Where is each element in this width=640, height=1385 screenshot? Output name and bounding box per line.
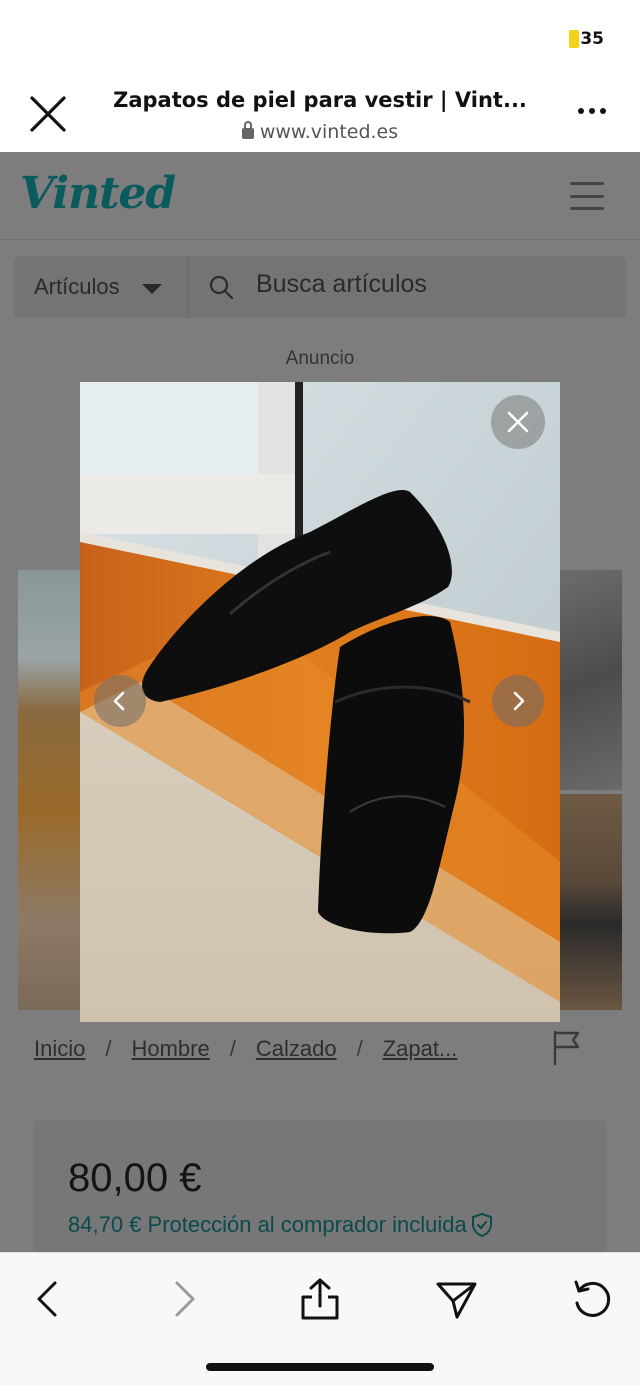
breadcrumb-item[interactable]: Hombre: [131, 1036, 209, 1061]
ad-label: Anuncio: [285, 348, 355, 369]
dot-icon: [600, 108, 606, 114]
shield-icon: [471, 1212, 492, 1238]
category-dropdown[interactable]: Artículos: [14, 256, 188, 318]
browser-toolbar: [0, 1252, 640, 1385]
forward-arrow-icon[interactable]: [162, 1277, 206, 1321]
item-price: 80,00 €: [68, 1156, 202, 1200]
search-icon: [209, 275, 234, 300]
photo-thumbnail-next[interactable]: [560, 570, 622, 790]
photo-thumbnail-previous[interactable]: [18, 570, 80, 1010]
flag-icon[interactable]: [552, 1030, 582, 1066]
close-icon[interactable]: [28, 94, 68, 134]
lightbox-close-button[interactable]: [491, 395, 545, 449]
chevron-left-icon: [113, 691, 125, 711]
lock-icon: [241, 121, 254, 139]
more-options-button[interactable]: [578, 108, 606, 114]
menu-button[interactable]: [570, 182, 604, 210]
battery-level: 35: [580, 29, 604, 49]
breadcrumb-item[interactable]: Calzado: [256, 1036, 337, 1061]
reload-icon[interactable]: [570, 1277, 614, 1321]
battery-indicator: 35: [569, 29, 604, 49]
charging-icon: [569, 30, 580, 48]
site-header: Vinted: [0, 152, 640, 240]
breadcrumb: Inicio / Hombre / Calzado / Zapat...: [34, 1036, 457, 1062]
menu-bar: [570, 182, 604, 185]
back-arrow-icon[interactable]: [26, 1277, 70, 1321]
buyer-protection-price[interactable]: 84,70 € Protección al comprador incluida: [68, 1212, 493, 1238]
search-input[interactable]: Busca artículos: [256, 270, 427, 299]
send-icon[interactable]: [434, 1277, 478, 1321]
url-display[interactable]: www.vinted.es: [110, 121, 530, 143]
photo-lightbox: [80, 382, 560, 1022]
buyer-protection-text: 84,70 € Protección al comprador incluida: [68, 1212, 467, 1237]
breadcrumb-item[interactable]: Inicio: [34, 1036, 85, 1061]
product-photo: [80, 382, 560, 1022]
breadcrumb-item[interactable]: Zapat...: [383, 1036, 458, 1061]
page-title: Zapatos de piel para vestir | Vint...: [113, 88, 527, 112]
chevron-right-icon: [513, 691, 525, 711]
menu-bar: [570, 194, 604, 198]
breadcrumb-separator: /: [105, 1036, 112, 1061]
vinted-logo[interactable]: Vinted: [20, 168, 176, 219]
breadcrumb-separator: /: [229, 1036, 236, 1061]
home-indicator: [206, 1363, 434, 1371]
next-photo-button[interactable]: [492, 675, 544, 727]
photo-thumbnail[interactable]: [560, 794, 622, 1010]
status-bar: 35: [0, 0, 640, 76]
url-text: www.vinted.es: [259, 121, 399, 143]
search-bar: Artículos Busca artículos: [14, 256, 626, 318]
menu-bar: [570, 207, 604, 210]
breadcrumb-separator: /: [356, 1036, 363, 1061]
caret-down-icon: [142, 284, 162, 294]
previous-photo-button[interactable]: [94, 675, 146, 727]
close-icon: [507, 411, 529, 433]
share-icon[interactable]: [298, 1277, 342, 1321]
category-label: Artículos: [34, 274, 120, 299]
browser-bar: Zapatos de piel para vestir | Vint... ww…: [0, 76, 640, 152]
dot-icon: [578, 108, 584, 114]
price-box: 80,00 € 84,70 € Protección al comprador …: [34, 1120, 606, 1252]
dot-icon: [589, 108, 595, 114]
